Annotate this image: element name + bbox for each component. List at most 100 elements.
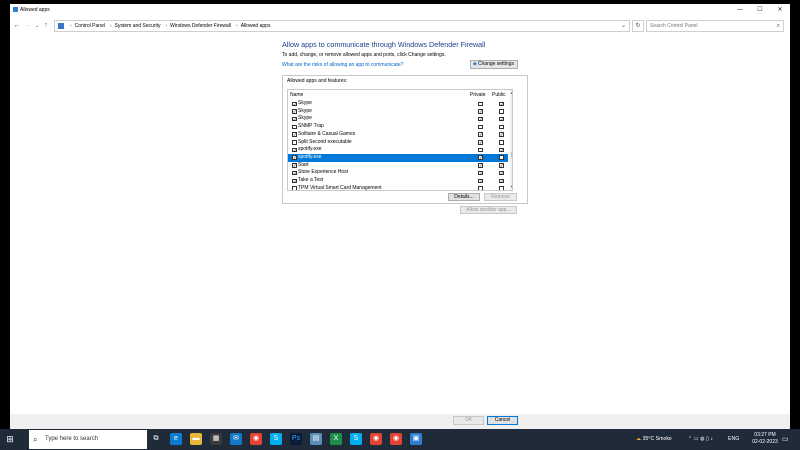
private-checkbox[interactable]: ✓ xyxy=(478,170,483,175)
app-enabled-checkbox[interactable]: ✓ xyxy=(292,147,297,152)
task-view-icon[interactable]: ⧉ xyxy=(150,433,162,445)
app-enabled-checkbox[interactable]: ✓ xyxy=(292,163,297,168)
public-checkbox[interactable]: ✓ xyxy=(499,147,504,152)
chrome-icon[interactable]: ◉ xyxy=(250,433,262,445)
public-checkbox[interactable] xyxy=(499,124,504,130)
private-checkbox[interactable] xyxy=(478,101,483,106)
maximize-button[interactable]: ☐ xyxy=(756,6,764,14)
page-title: Allow apps to communicate through Window… xyxy=(282,40,486,49)
file-explorer-icon[interactable]: ▬ xyxy=(190,433,202,445)
taskbar-search[interactable]: ⌕ Type here to search xyxy=(29,430,147,449)
private-checkbox[interactable]: ✓ xyxy=(478,109,483,114)
control-panel-icon[interactable]: ▣ xyxy=(410,433,422,445)
public-checkbox[interactable] xyxy=(499,109,504,114)
app-enabled-checkbox[interactable] xyxy=(292,124,297,130)
table-row[interactable]: SNMP Trap xyxy=(288,123,508,131)
scroll-down-icon[interactable]: ▼ xyxy=(510,184,512,189)
breadcrumb-control-panel[interactable]: Control Panel xyxy=(75,23,105,29)
refresh-icon[interactable]: ↻ xyxy=(632,20,644,32)
photoshop-icon[interactable]: Ps xyxy=(290,433,302,445)
table-row[interactable]: ✓ Start ✓ ✓ xyxy=(288,162,508,170)
clock[interactable]: 03:27 PM 02-02-2023 xyxy=(752,432,778,446)
public-checkbox[interactable]: ✓ xyxy=(499,101,504,106)
public-checkbox[interactable] xyxy=(499,140,504,145)
public-checkbox[interactable]: ✓ xyxy=(499,178,504,183)
private-checkbox[interactable]: ✓ xyxy=(478,163,483,168)
search-input[interactable]: Search Control Panel ⌕ xyxy=(646,20,784,32)
column-public[interactable]: Public xyxy=(492,92,506,98)
app-enabled-checkbox[interactable]: ✓ xyxy=(292,155,297,160)
column-private[interactable]: Private xyxy=(470,92,486,98)
private-checkbox[interactable]: ✓ xyxy=(478,155,483,160)
forward-arrow-icon[interactable]: → xyxy=(23,21,31,31)
table-row[interactable]: ✓ spotify.exe ✓ xyxy=(288,153,508,162)
public-checkbox[interactable] xyxy=(499,155,504,160)
tray-icons[interactable]: ⌃ ▭ ◍ ▯ ♪ xyxy=(688,429,713,450)
private-checkbox[interactable] xyxy=(478,147,483,153)
private-checkbox[interactable]: ✓ xyxy=(478,132,483,137)
list-scrollbar[interactable]: ▲ ▼ xyxy=(510,90,512,190)
app-icon[interactable]: ▤ xyxy=(310,433,322,445)
weather-widget[interactable]: ☁ 35°C Smoke xyxy=(636,429,672,450)
recent-dropdown-icon[interactable]: ⌄ xyxy=(33,21,41,31)
cancel-button[interactable]: Cancel xyxy=(487,416,518,425)
app-enabled-checkbox[interactable]: ✓ xyxy=(292,170,297,175)
public-checkbox[interactable]: ✓ xyxy=(499,132,504,137)
scroll-up-icon[interactable]: ▲ xyxy=(510,90,512,95)
breadcrumb-system-security[interactable]: System and Security xyxy=(115,23,161,29)
notifications-icon[interactable]: ▭ xyxy=(782,429,789,450)
table-row[interactable]: ✓ Store Experience Host ✓ ✓ xyxy=(288,169,508,177)
app-enabled-checkbox[interactable]: ✓ xyxy=(292,109,297,114)
table-row[interactable]: ✓ Skype ✓ xyxy=(288,100,508,108)
up-arrow-icon[interactable]: ↑ xyxy=(42,21,50,31)
allow-another-app-button[interactable]: Allow another app... xyxy=(460,206,517,214)
chrome-icon[interactable]: ◉ xyxy=(390,433,402,445)
skype-icon[interactable]: S xyxy=(350,433,362,445)
close-button[interactable]: ✕ xyxy=(776,6,784,14)
private-checkbox[interactable]: ✓ xyxy=(478,178,483,183)
risks-link[interactable]: What are the risks of allowing an app to… xyxy=(282,62,403,68)
table-row[interactable]: ✓ Solitaire & Casual Games ✓ ✓ xyxy=(288,131,508,139)
table-row[interactable]: ✓ spotify.exe ✓ xyxy=(288,146,508,154)
public-checkbox[interactable]: ✓ xyxy=(499,170,504,175)
remove-button[interactable]: Remove xyxy=(484,193,517,201)
change-settings-button[interactable]: ◆Change settings xyxy=(470,60,518,69)
public-checkbox[interactable]: ✓ xyxy=(499,116,504,121)
details-button[interactable]: Details... xyxy=(448,193,480,201)
mail-icon[interactable]: ✉ xyxy=(230,433,242,445)
address-dropdown-icon[interactable]: ⌄ xyxy=(621,22,626,29)
windows-start-icon[interactable]: ⊞ xyxy=(4,433,16,445)
column-name[interactable]: Name xyxy=(290,92,303,98)
edge-icon[interactable]: e xyxy=(170,433,182,445)
breadcrumb-allowed-apps[interactable]: Allowed apps xyxy=(241,23,271,29)
store-icon[interactable]: ▦ xyxy=(210,433,222,445)
public-checkbox[interactable] xyxy=(499,186,504,190)
chrome-icon[interactable]: ◉ xyxy=(370,433,382,445)
address-box[interactable]: › Control Panel › System and Security › Windo… xyxy=(54,20,630,32)
app-enabled-checkbox[interactable]: ✓ xyxy=(292,116,297,121)
app-enabled-checkbox[interactable] xyxy=(292,186,297,190)
minimize-button[interactable]: — xyxy=(736,6,744,14)
table-row[interactable]: Split Second executable ✓ xyxy=(288,139,508,147)
private-checkbox[interactable]: ✓ xyxy=(478,140,483,145)
back-arrow-icon[interactable]: ← xyxy=(13,21,21,31)
app-enabled-checkbox[interactable] xyxy=(292,140,297,145)
app-enabled-checkbox[interactable]: ✓ xyxy=(292,101,297,106)
private-checkbox[interactable] xyxy=(478,124,483,130)
private-checkbox[interactable]: ✓ xyxy=(478,116,483,121)
language-indicator[interactable]: ENG xyxy=(728,429,739,450)
apps-list[interactable]: Name Private Public ▲ ▼ ✓Skype✓✓Skype✓✓S… xyxy=(287,89,513,191)
table-row[interactable]: TPM Virtual Smart Card Management xyxy=(288,185,508,190)
breadcrumb-firewall[interactable]: Windows Defender Firewall xyxy=(170,23,231,29)
table-row[interactable]: ✓ Skype ✓ xyxy=(288,108,508,116)
table-row[interactable]: ✓ Take a Test ✓ ✓ xyxy=(288,177,508,185)
app-enabled-checkbox[interactable]: ✓ xyxy=(292,178,297,183)
public-checkbox[interactable]: ✓ xyxy=(499,163,504,168)
skype-icon[interactable]: S xyxy=(270,433,282,445)
excel-icon[interactable]: X xyxy=(330,433,342,445)
private-checkbox[interactable] xyxy=(478,186,483,190)
scroll-thumb[interactable] xyxy=(510,152,512,158)
table-row[interactable]: ✓ Skype ✓ ✓ xyxy=(288,115,508,123)
app-enabled-checkbox[interactable]: ✓ xyxy=(292,132,297,137)
ok-button[interactable]: OK xyxy=(453,416,484,425)
